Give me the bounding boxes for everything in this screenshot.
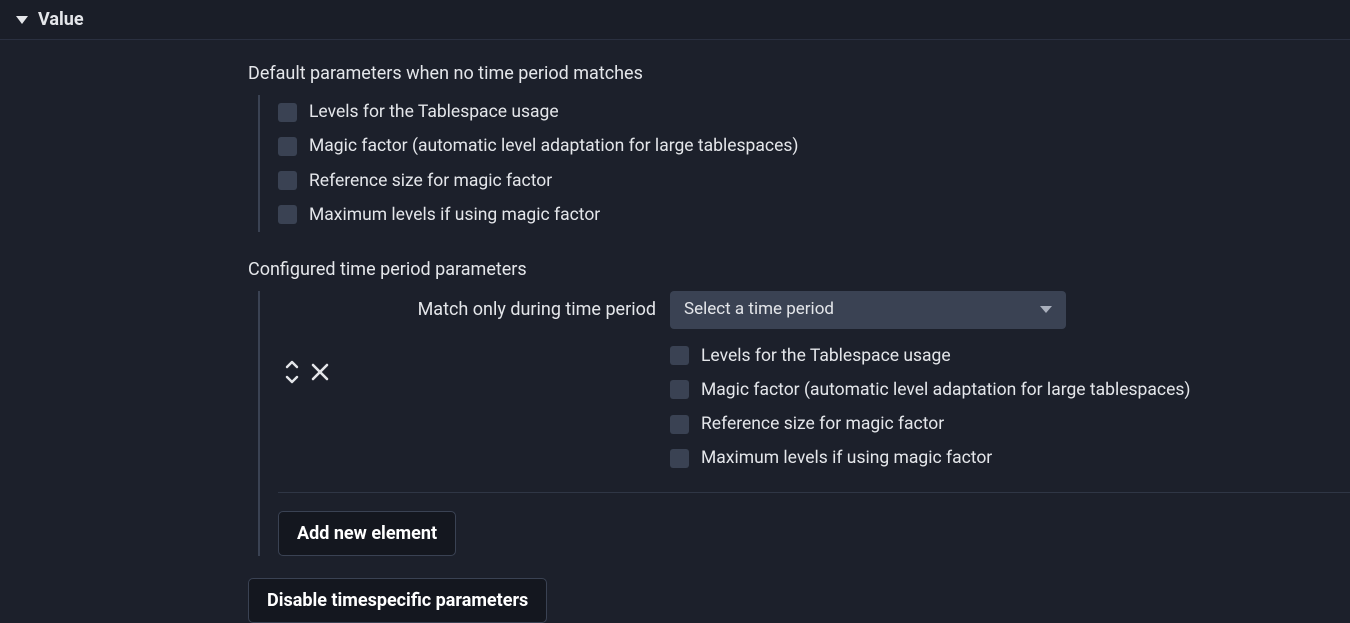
time-period-select[interactable]: Select a time period bbox=[670, 291, 1066, 329]
divider bbox=[278, 492, 1350, 493]
configured-option-row: Maximum levels if using magic factor bbox=[670, 441, 1190, 475]
checkbox-label: Magic factor (automatic level adaptation… bbox=[701, 377, 1190, 403]
add-element-row: Add new element bbox=[278, 511, 1350, 556]
time-period-placeholder: Select a time period bbox=[684, 297, 834, 323]
checkbox-default-magic-factor[interactable] bbox=[278, 137, 297, 156]
default-params-group: Levels for the Tablespace usage Magic fa… bbox=[258, 95, 1350, 232]
entry-controls bbox=[278, 339, 354, 385]
time-period-entry: Levels for the Tablespace usage Magic fa… bbox=[278, 339, 1350, 476]
checkbox-default-reference-size[interactable] bbox=[278, 171, 297, 190]
checkbox-config-reference-size[interactable] bbox=[670, 415, 689, 434]
section-body: Default parameters when no time period m… bbox=[0, 40, 1350, 623]
checkbox-default-levels[interactable] bbox=[278, 103, 297, 122]
caret-down-icon bbox=[1040, 306, 1052, 313]
checkbox-config-magic-factor[interactable] bbox=[670, 380, 689, 399]
checkbox-label: Levels for the Tablespace usage bbox=[701, 343, 951, 369]
default-option-row: Reference size for magic factor bbox=[278, 164, 1350, 198]
configured-option-row: Magic factor (automatic level adaptation… bbox=[670, 373, 1190, 407]
add-element-button[interactable]: Add new element bbox=[278, 511, 456, 556]
default-params-heading: Default parameters when no time period m… bbox=[248, 60, 1350, 87]
configured-option-row: Reference size for magic factor bbox=[670, 407, 1190, 441]
default-option-row: Levels for the Tablespace usage bbox=[278, 95, 1350, 129]
configured-options: Levels for the Tablespace usage Magic fa… bbox=[656, 339, 1190, 476]
remove-entry-icon[interactable] bbox=[310, 362, 330, 382]
chevron-down-icon bbox=[16, 16, 28, 24]
section-title: Value bbox=[38, 6, 84, 33]
configured-params-group: Match only during time period Select a t… bbox=[258, 291, 1350, 556]
checkbox-label: Magic factor (automatic level adaptation… bbox=[309, 133, 798, 159]
checkbox-config-max-levels[interactable] bbox=[670, 449, 689, 468]
checkbox-label: Maximum levels if using magic factor bbox=[309, 202, 600, 228]
configured-option-row: Levels for the Tablespace usage bbox=[670, 339, 1190, 373]
checkbox-config-levels[interactable] bbox=[670, 346, 689, 365]
checkbox-default-max-levels[interactable] bbox=[278, 205, 297, 224]
default-option-row: Maximum levels if using magic factor bbox=[278, 198, 1350, 232]
checkbox-label: Reference size for magic factor bbox=[701, 411, 944, 437]
checkbox-label: Maximum levels if using magic factor bbox=[701, 445, 992, 471]
time-period-row: Match only during time period Select a t… bbox=[278, 291, 1350, 329]
checkbox-label: Reference size for magic factor bbox=[309, 168, 552, 194]
configured-params-heading: Configured time period parameters bbox=[248, 256, 1350, 283]
checkbox-label: Levels for the Tablespace usage bbox=[309, 99, 559, 125]
match-period-label: Match only during time period bbox=[278, 296, 656, 323]
reorder-handle-icon[interactable] bbox=[282, 359, 302, 385]
default-option-row: Magic factor (automatic level adaptation… bbox=[278, 129, 1350, 163]
disable-timespecific-button[interactable]: Disable timespecific parameters bbox=[248, 578, 547, 623]
disable-row: Disable timespecific parameters bbox=[248, 578, 1350, 623]
section-header[interactable]: Value bbox=[0, 0, 1350, 40]
